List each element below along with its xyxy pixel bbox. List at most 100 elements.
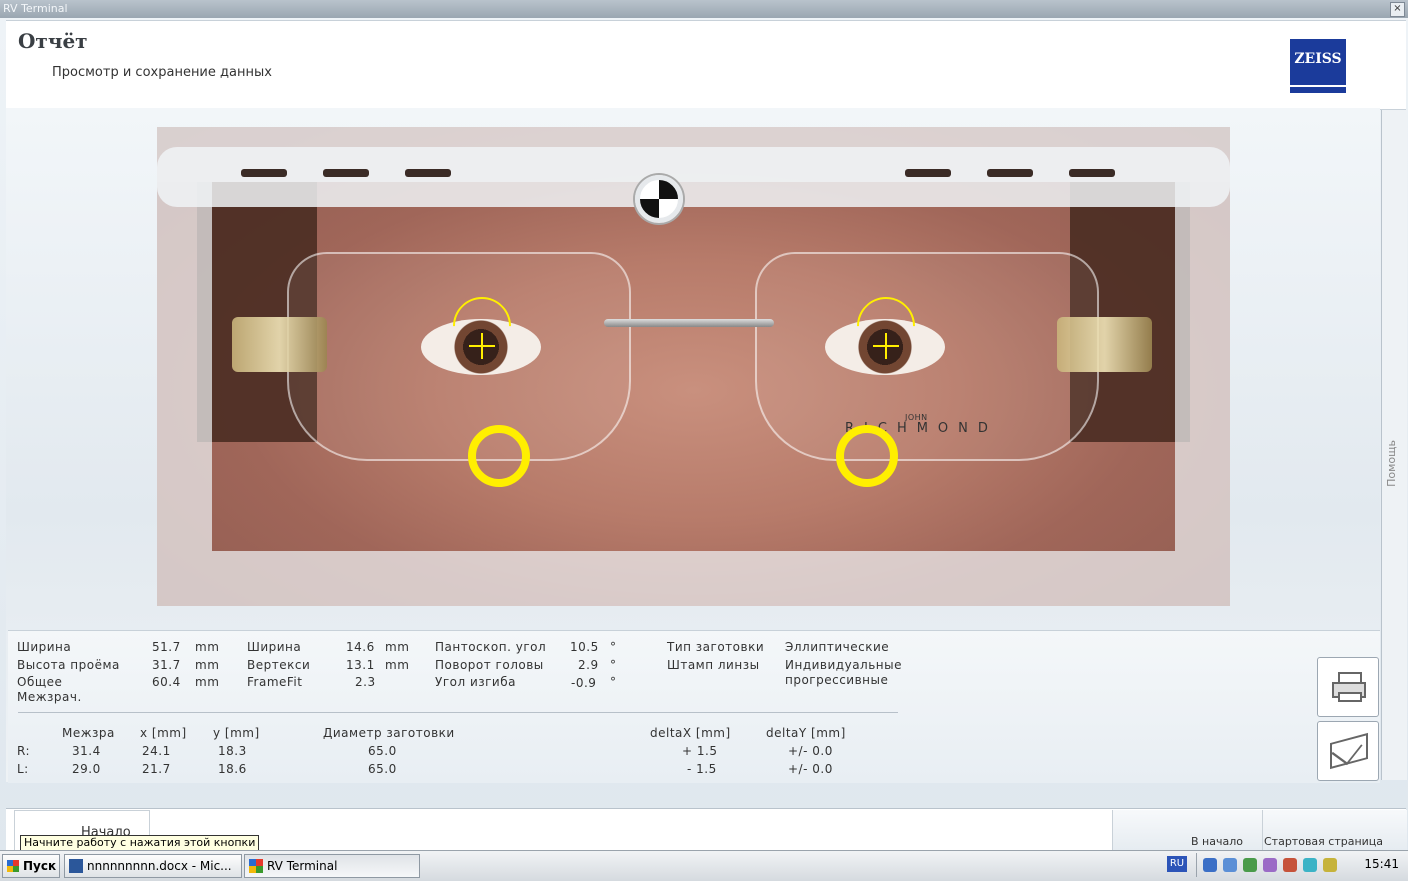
taskbar-item-word[interactable]: nnnnnnnnn.docx - Mic...	[64, 854, 242, 878]
table-row-pd: 31.4	[72, 744, 101, 758]
home-button-label: В начало	[1191, 835, 1243, 848]
framefit-value: 2.3	[355, 675, 376, 689]
window-title: RV Terminal	[3, 2, 68, 15]
lens-right	[287, 252, 631, 461]
windows-flag-icon	[7, 860, 19, 872]
vertex-unit: mm	[385, 658, 410, 672]
table-row-side: R:	[17, 744, 31, 758]
temple-right	[232, 317, 327, 372]
pupil-cross-left-icon[interactable]	[873, 333, 899, 359]
clip-slot	[405, 169, 451, 177]
page-title: Отчёт	[18, 29, 88, 53]
measurement-clip-bar	[157, 147, 1230, 207]
frame-height-label: Высота проёма	[17, 658, 120, 672]
tray-app-icon[interactable]	[1303, 858, 1317, 872]
clip-slot	[987, 169, 1033, 177]
clip-slot	[905, 169, 951, 177]
table-row-x: 21.7	[142, 762, 171, 776]
near-point-ring-right[interactable]	[468, 425, 530, 487]
pantoscopic-unit: °	[610, 640, 617, 654]
framefit-label: FrameFit	[247, 675, 303, 689]
table-header-deltay: deltaY [mm]	[766, 726, 846, 740]
wrap-angle-label: Угол изгиба	[435, 675, 516, 689]
tray-app-icon[interactable]	[1263, 858, 1277, 872]
page-header: Отчёт Просмотр и сохранение данных ZEISS	[6, 20, 1406, 110]
table-row-y: 18.3	[218, 744, 247, 758]
vertex-value: 13.1	[346, 658, 375, 672]
frame-width-label: Ширина	[17, 640, 72, 654]
taskbar-item-label: RV Terminal	[267, 859, 338, 873]
taskbar-item-rv-terminal[interactable]: RV Terminal	[244, 854, 420, 878]
table-row-dy: +/- 0.0	[788, 744, 833, 758]
lens-stamp-value-2: прогрессивные	[785, 673, 889, 687]
near-point-ring-left[interactable]	[836, 425, 898, 487]
frame-width-value: 51.7	[152, 640, 181, 654]
tray-volume-icon[interactable]	[1323, 858, 1337, 872]
vertex-label: Вертекси	[247, 658, 311, 672]
calibration-target-icon	[635, 175, 683, 223]
photo-fade-right	[1175, 182, 1230, 551]
frame-width-unit: mm	[195, 640, 220, 654]
word-doc-icon	[69, 859, 83, 873]
table-row-pd: 29.0	[72, 762, 101, 776]
table-header-pd: Межзра	[62, 726, 115, 740]
start-page-label: Стартовая страница	[1264, 835, 1384, 848]
home-button[interactable]: В начало	[1112, 810, 1263, 850]
taskbar-item-label: nnnnnnnnn.docx - Mic...	[87, 859, 232, 873]
zeiss-logo: ZEISS	[1290, 39, 1346, 93]
tray-network-icon[interactable]	[1203, 858, 1217, 872]
table-row-dy: +/- 0.0	[788, 762, 833, 776]
frame-height-unit: mm	[195, 658, 220, 672]
wrap-angle-value: -0.9	[571, 676, 597, 690]
blank-type-label: Тип заготовки	[667, 640, 765, 654]
table-row-dx: - 1.5	[687, 762, 717, 776]
photo-fade-bottom	[157, 551, 1230, 606]
table-row-y: 18.6	[218, 762, 247, 776]
table-row-side: L:	[17, 762, 29, 776]
blank-type-value: Эллиптические	[785, 640, 890, 654]
bridge-width-label: Ширина	[247, 640, 302, 654]
table-header-x: x [mm]	[140, 726, 187, 740]
os-start-label: Пуск	[23, 859, 57, 873]
start-page-button[interactable]: Стартовая страница	[1262, 810, 1407, 850]
clip-slot	[241, 169, 287, 177]
close-icon[interactable]: ×	[1390, 2, 1405, 17]
table-row-diameter: 65.0	[368, 744, 397, 758]
table-header-y: y [mm]	[213, 726, 260, 740]
table-header-deltax: deltaX [mm]	[650, 726, 731, 740]
send-email-button[interactable]	[1317, 721, 1379, 781]
printer-icon	[1332, 672, 1366, 702]
bridge-width-unit: mm	[385, 640, 410, 654]
temple-left	[1057, 317, 1152, 372]
language-indicator[interactable]: RU	[1167, 856, 1187, 872]
window-titlebar: RV Terminal ×	[0, 0, 1408, 18]
total-pd-value: 60.4	[152, 675, 181, 689]
help-tab[interactable]: Помощь	[1381, 110, 1407, 780]
head-rotation-label: Поворот головы	[435, 658, 544, 672]
page-subtitle: Просмотр и сохранение данных	[52, 65, 272, 80]
lens-stamp-label: Штамп линзы	[667, 658, 760, 672]
centration-photo: RICHMOND JOHN	[157, 127, 1230, 606]
envelope-icon	[1330, 732, 1368, 770]
clip-slot	[323, 169, 369, 177]
print-button[interactable]	[1317, 657, 1379, 717]
system-tray: 15:41	[1196, 853, 1407, 877]
total-pd-unit: mm	[195, 675, 220, 689]
frame-bridge	[604, 319, 774, 327]
wrap-angle-unit: °	[610, 675, 617, 689]
bridge-width-value: 14.6	[346, 640, 375, 654]
pantoscopic-label: Пантоскоп. угол	[435, 640, 547, 654]
pupil-cross-right-icon[interactable]	[469, 333, 495, 359]
pantoscopic-value: 10.5	[570, 640, 599, 654]
tray-app-icon[interactable]	[1243, 858, 1257, 872]
tray-clock[interactable]: 15:41	[1364, 857, 1399, 871]
head-rotation-unit: °	[610, 658, 617, 672]
tray-display-icon[interactable]	[1223, 858, 1237, 872]
table-row-diameter: 65.0	[368, 762, 397, 776]
table-row-x: 24.1	[142, 744, 171, 758]
clip-slot	[1069, 169, 1115, 177]
tray-app-icon[interactable]	[1283, 858, 1297, 872]
os-start-button[interactable]: Пуск	[2, 854, 60, 878]
help-label: Помощь	[1385, 440, 1398, 487]
total-pd-label: Общее	[17, 675, 63, 689]
